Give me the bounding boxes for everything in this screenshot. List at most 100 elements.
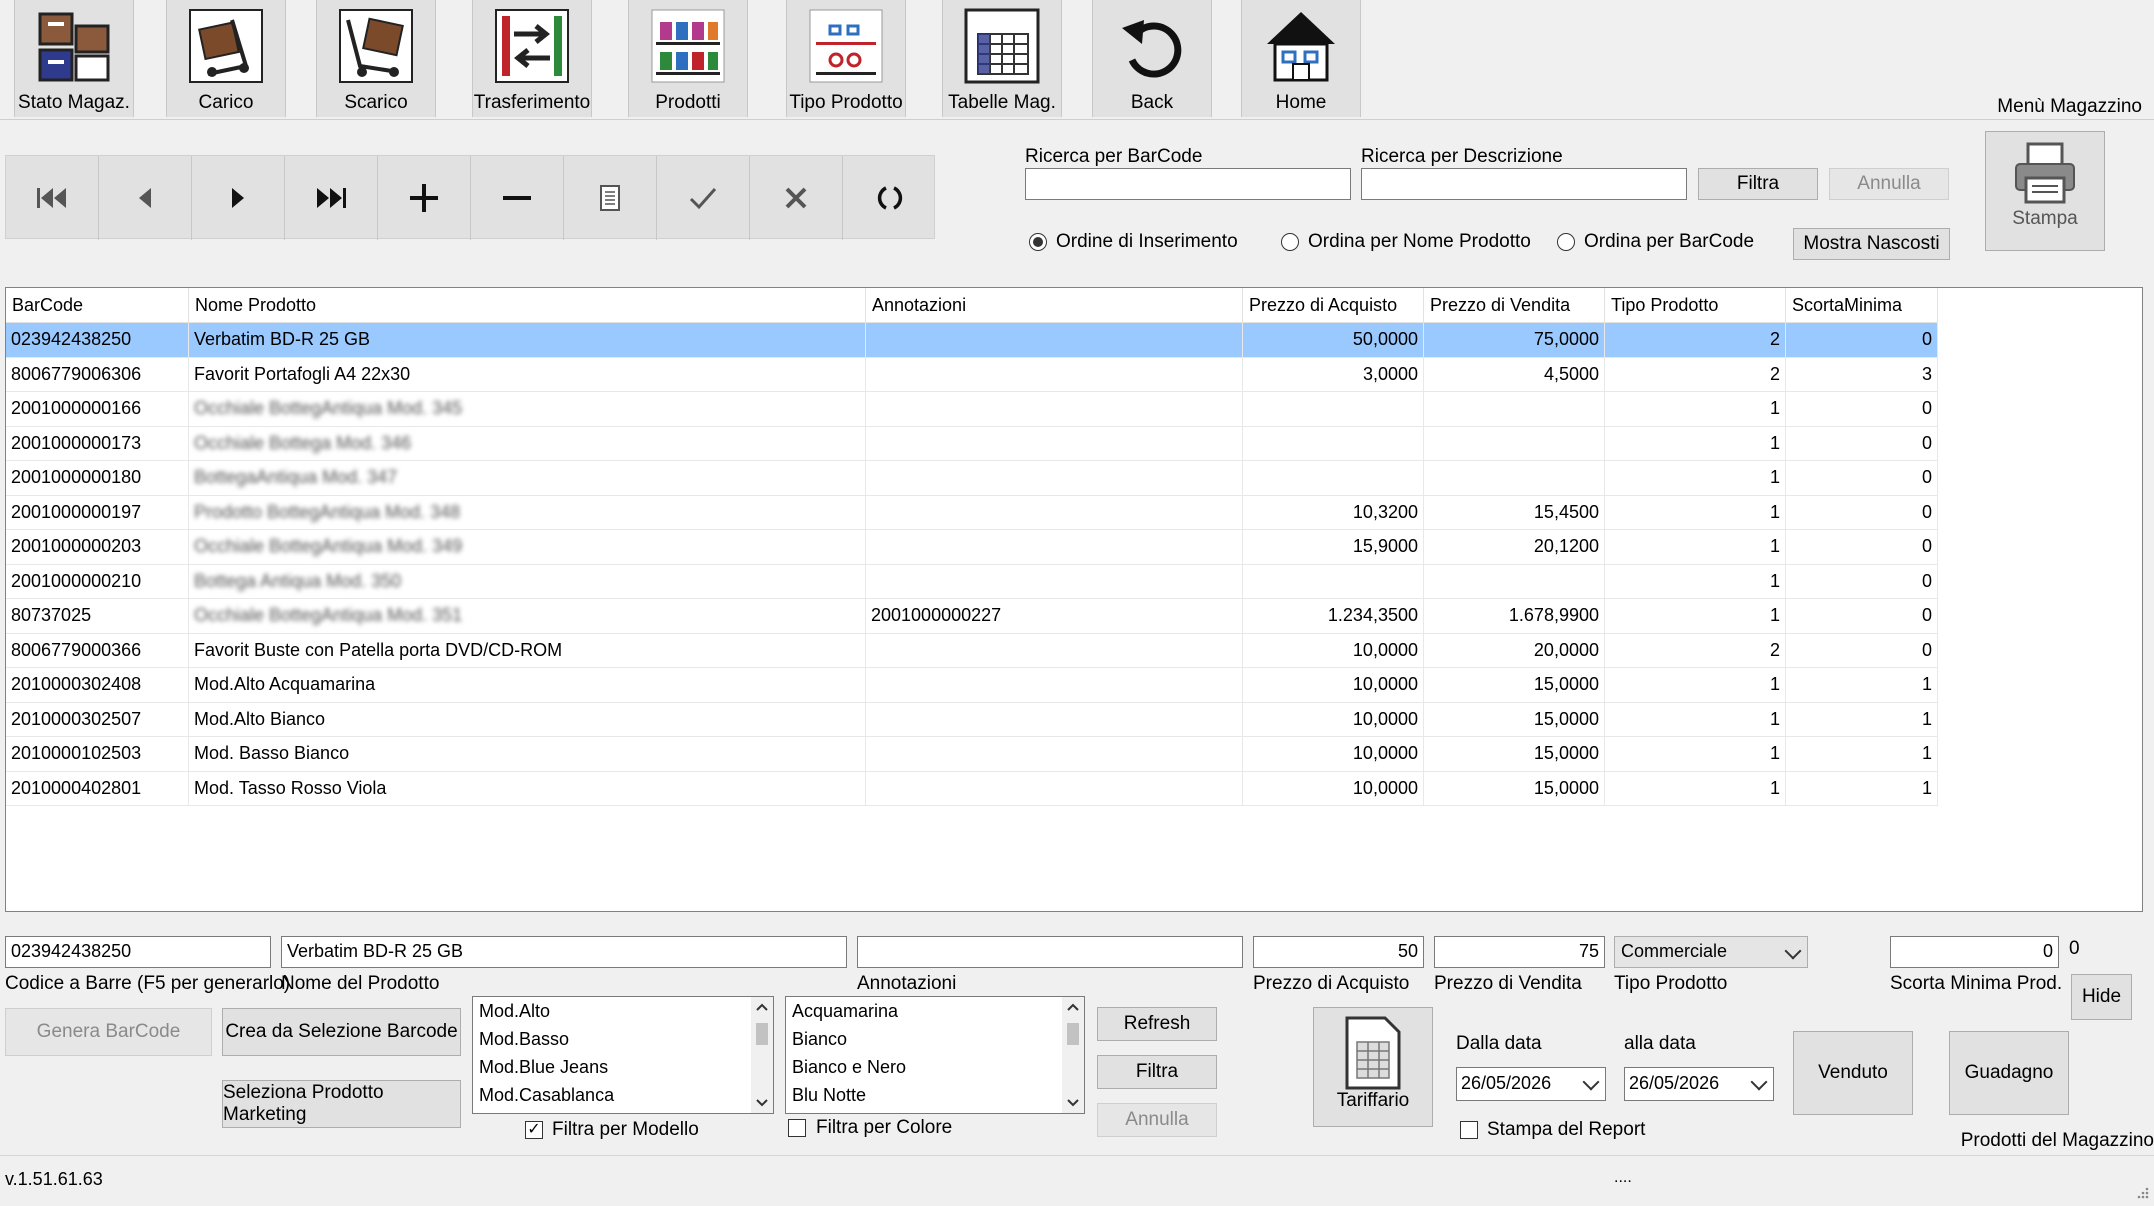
table-cell-name[interactable]: Mod.Alto Bianco [188, 702, 866, 737]
table-cell-barcode[interactable]: 2010000102503 [6, 736, 189, 772]
scroll-thumb[interactable] [756, 1023, 768, 1045]
table-cell-name[interactable]: Favorit Portafogli A4 22x30 [188, 357, 866, 392]
list-refresh-button[interactable]: Refresh [1097, 1007, 1217, 1041]
table-row[interactable]: 2001000000197 Prodotto BottegAntiqua Mod.… [6, 495, 1938, 530]
table-cell-min[interactable]: 0 [1785, 633, 1938, 668]
notes-field[interactable] [857, 936, 1243, 968]
table-cell-barcode[interactable]: 023942438250 [6, 322, 189, 358]
table-cell-type[interactable]: 1 [1604, 529, 1786, 565]
table-cell-buy[interactable] [1242, 391, 1424, 427]
last-record-button[interactable] [285, 156, 378, 240]
table-cell-barcode[interactable]: 2001000000197 [6, 495, 189, 530]
table-row[interactable]: 80737025 Occhiale BottegAntiqua Mod. 351 2… [6, 598, 1938, 634]
sort-name-label[interactable]: Ordina per Nome Prodotto [1308, 231, 1531, 253]
profit-button[interactable]: Guadagno [1949, 1031, 2069, 1115]
table-cell-name[interactable]: Bottega Antiqua Mod. 350 [188, 564, 866, 599]
barcode-search-input[interactable] [1025, 168, 1351, 200]
table-row[interactable]: 8006779006306 Favorit Portafogli A4 22x30… [6, 357, 1938, 392]
table-cell-type[interactable]: 1 [1604, 736, 1786, 772]
table-cell-notes[interactable] [865, 495, 1243, 530]
table-row[interactable]: 2010000102503 Mod. Basso Bianco 10,0000 15,… [6, 736, 1938, 772]
table-cell-buy[interactable]: 1.234,3500 [1242, 598, 1424, 634]
table-cell-type[interactable]: 1 [1604, 702, 1786, 737]
table-cell-name[interactable]: Prodotto BottegAntiqua Mod. 348 [188, 495, 866, 530]
table-cell-barcode[interactable]: 2001000000180 [6, 460, 189, 496]
table-cell-notes[interactable] [865, 771, 1243, 806]
table-row[interactable]: 2001000000180 BottegaAntiqua Mod. 347 1 0 [6, 460, 1938, 496]
table-cell-name[interactable]: Mod.Alto Acquamarina [188, 667, 866, 703]
color-listbox[interactable]: Acquamarina Bianco Bianco e Nero Blu Not… [785, 996, 1085, 1114]
table-row[interactable]: 2001000000210 Bottega Antiqua Mod. 350 1 0 [6, 564, 1938, 599]
table-cell-notes[interactable] [865, 736, 1243, 772]
table-cell-sell[interactable] [1423, 460, 1605, 496]
table-row[interactable]: 8006779000366 Favorit Buste con Patella p… [6, 633, 1938, 668]
table-cell-buy[interactable]: 3,0000 [1242, 357, 1424, 392]
filter-by-color-label[interactable]: Filtra per Colore [816, 1117, 952, 1139]
table-row[interactable]: 2001000000166 Occhiale BottegAntiqua Mod.… [6, 391, 1938, 427]
table-cell-notes[interactable] [865, 633, 1243, 668]
table-cell-barcode[interactable]: 2010000302408 [6, 667, 189, 703]
table-cell-name[interactable]: Occhiale BottegAntiqua Mod. 345 [188, 391, 866, 427]
table-cell-notes[interactable] [865, 702, 1243, 737]
table-cell-sell[interactable]: 15,0000 [1423, 736, 1605, 772]
table-row[interactable]: 2010000402801 Mod. Tasso Rosso Viola 10,00… [6, 771, 1938, 806]
previous-record-button[interactable] [99, 156, 192, 240]
product-type-select[interactable]: Commerciale [1614, 936, 1808, 968]
table-cell-name[interactable]: Verbatim BD-R 25 GB [188, 322, 866, 358]
table-cell-notes[interactable] [865, 529, 1243, 565]
table-cell-barcode[interactable]: 2010000402801 [6, 771, 189, 806]
table-cell-sell[interactable]: 20,0000 [1423, 633, 1605, 668]
table-cell-sell[interactable]: 15,4500 [1423, 495, 1605, 530]
table-cell-min[interactable]: 0 [1785, 460, 1938, 496]
min-stock-field[interactable]: 0 [1890, 936, 2059, 968]
list-item[interactable]: Mod.Alto [479, 1001, 550, 1022]
sort-barcode-radio[interactable] [1557, 233, 1575, 251]
table-cell-notes[interactable] [865, 564, 1243, 599]
table-cell-sell[interactable]: 15,0000 [1423, 667, 1605, 703]
table-cell-type[interactable]: 2 [1604, 633, 1786, 668]
model-listbox[interactable]: Mod.Alto Mod.Basso Mod.Blue Jeans Mod.Ca… [472, 996, 774, 1114]
table-cell-name[interactable]: Occhiale Bottega Mod. 346 [188, 426, 866, 461]
table-cell-name[interactable]: Occhiale BottegAntiqua Mod. 351 [188, 598, 866, 634]
list-item[interactable]: Bianco [792, 1029, 847, 1050]
generate-barcode-button[interactable]: Genera BarCode [5, 1008, 212, 1056]
description-search-input[interactable] [1361, 168, 1687, 200]
search-filter-button[interactable]: Filtra [1698, 168, 1818, 200]
barcode-field[interactable]: 023942438250 [5, 936, 271, 968]
table-cell-name[interactable]: BottegaAntiqua Mod. 347 [188, 460, 866, 496]
list-filter-button[interactable]: Filtra [1097, 1055, 1217, 1089]
toolbar-carico-button[interactable]: Carico [166, 0, 286, 117]
column-header[interactable]: BarCode [6, 288, 189, 323]
table-cell-sell[interactable]: 15,0000 [1423, 702, 1605, 737]
table-cell-type[interactable]: 2 [1604, 322, 1786, 358]
table-cell-type[interactable]: 1 [1604, 564, 1786, 599]
table-cell-min[interactable]: 0 [1785, 426, 1938, 461]
sale-price-field[interactable]: 75 [1434, 936, 1605, 968]
sort-insertion-label[interactable]: Ordine di Inserimento [1056, 231, 1238, 253]
product-name-field[interactable]: Verbatim BD-R 25 GB [281, 936, 847, 968]
table-cell-sell[interactable]: 1.678,9900 [1423, 598, 1605, 634]
table-cell-min[interactable]: 1 [1785, 771, 1938, 806]
toolbar-home-button[interactable]: Home [1241, 0, 1361, 117]
scroll-thumb[interactable] [1067, 1023, 1079, 1045]
toolbar-scarico-button[interactable]: Scarico [316, 0, 436, 117]
list-cancel-button[interactable]: Annulla [1097, 1103, 1217, 1137]
table-cell-barcode[interactable]: 2001000000173 [6, 426, 189, 461]
filter-by-model-checkbox[interactable]: ✓ [525, 1121, 543, 1139]
table-cell-notes[interactable] [865, 460, 1243, 496]
filter-by-color-checkbox[interactable] [788, 1119, 806, 1137]
table-cell-buy[interactable] [1242, 564, 1424, 599]
search-cancel-button[interactable]: Annulla [1829, 168, 1949, 200]
table-cell-min[interactable]: 1 [1785, 702, 1938, 737]
table-cell-sell[interactable] [1423, 426, 1605, 461]
table-cell-type[interactable]: 2 [1604, 357, 1786, 392]
print-report-label[interactable]: Stampa del Report [1487, 1119, 1645, 1141]
table-cell-notes[interactable] [865, 322, 1243, 358]
table-cell-min[interactable]: 3 [1785, 357, 1938, 392]
hide-button[interactable]: Hide [2071, 974, 2132, 1020]
table-cell-type[interactable]: 1 [1604, 426, 1786, 461]
table-cell-name[interactable]: Occhiale BottegAntiqua Mod. 349 [188, 529, 866, 565]
table-cell-buy[interactable] [1242, 426, 1424, 461]
table-cell-barcode[interactable]: 2001000000166 [6, 391, 189, 427]
table-cell-type[interactable]: 1 [1604, 598, 1786, 634]
